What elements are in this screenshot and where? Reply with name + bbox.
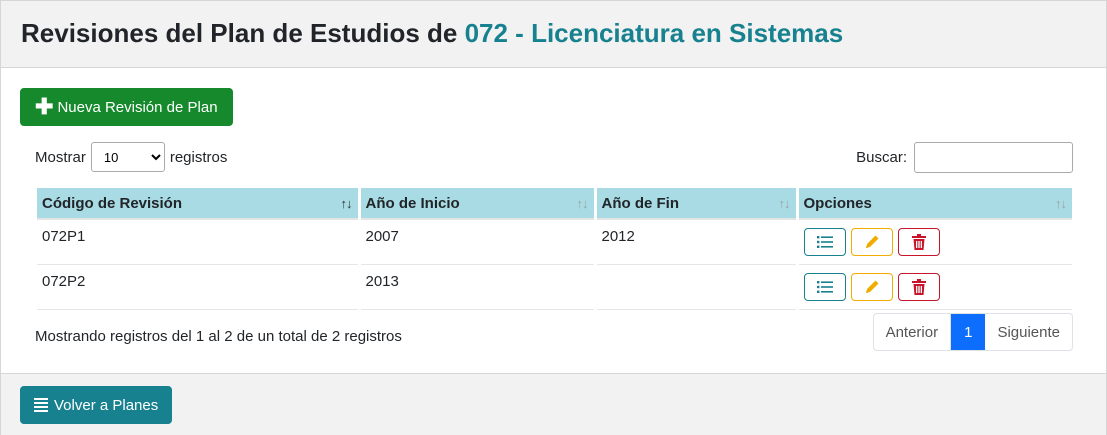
view-details-button[interactable] [803,273,846,301]
column-header-label: Código de Revisión [42,194,183,212]
column-header-label: Opciones [803,194,872,212]
sort-icon: ↑↓ [1055,196,1067,211]
cell-code: 072P1 [37,219,361,265]
page-title: Revisiones del Plan de Estudios de 072 -… [21,16,1086,50]
search-input[interactable] [914,142,1073,173]
card-footer: Volver a Planes [1,373,1106,435]
sort-icon: ↑↓ [778,196,791,211]
edit-button[interactable] [850,273,893,301]
table-row: 072P2 2013 [37,264,1072,310]
revisions-table: Código de Revisión ↑↓ Año de Inicio ↑↓ Año… [37,188,1072,310]
delete-button[interactable] [897,273,940,301]
page-1-button[interactable]: 1 [951,314,986,350]
list-icon [816,281,833,293]
column-header-end-year[interactable]: Año de Fin ↑↓ [595,188,799,220]
cell-options [797,219,1072,265]
trash-icon [911,234,926,250]
search-label: Buscar: [856,149,907,166]
sort-icon: ↑↓ [576,196,589,211]
card-header: Revisiones del Plan de Estudios de 072 -… [1,1,1106,68]
plus-icon: ✚ [35,94,54,119]
table-header-row: Código de Revisión ↑↓ Año de Inicio ↑↓ Año… [37,188,1072,220]
title-prefix: Revisiones del Plan de Estudios de [21,18,465,48]
new-revision-button[interactable]: ✚ Nueva Revisión de Plan [20,88,233,126]
cell-start-year: 2007 [359,219,597,265]
column-header-label: Año de Inicio [365,194,460,212]
list-icon [816,236,833,248]
length-prefix: Mostrar [35,148,86,166]
card: Revisiones del Plan de Estudios de 072 -… [0,0,1107,435]
delete-button[interactable] [897,228,940,256]
trash-icon [911,279,926,295]
pencil-icon [865,280,878,293]
cell-code: 072P2 [37,264,361,310]
edit-button[interactable] [850,228,893,256]
length-control: Mostrar 10 registros [35,142,227,172]
table-row: 072P1 2007 2012 [37,219,1072,265]
list-lines-icon [34,398,48,412]
back-to-plans-button[interactable]: Volver a Planes [20,386,173,424]
plan-name: 072 - Licenciatura en Sistemas [464,18,844,48]
column-header-start-year[interactable]: Año de Inicio ↑↓ [359,188,597,220]
length-select[interactable]: 10 [90,142,165,172]
back-to-plans-label: Volver a Planes [54,396,159,414]
cell-start-year: 2013 [359,264,597,310]
view-details-button[interactable] [803,228,846,256]
length-suffix: registros [169,148,228,166]
pagination: Anterior 1 Siguiente [872,313,1073,351]
card-body: ✚ Nueva Revisión de Plan Mostrar 10 regi… [1,68,1106,373]
cell-options [797,264,1072,310]
search-filter: Buscar: [856,142,1073,173]
column-header-code[interactable]: Código de Revisión ↑↓ [37,188,361,220]
sort-asc-icon: ↑↓ [340,196,353,211]
new-revision-label: Nueva Revisión de Plan [57,98,218,116]
cell-end-year: 2012 [595,219,799,265]
cell-end-year [595,264,799,310]
pencil-icon [865,235,878,248]
next-page-button[interactable]: Siguiente [985,314,1072,350]
previous-page-button[interactable]: Anterior [874,314,952,350]
column-header-options[interactable]: Opciones ↑↓ [797,188,1072,220]
column-header-label: Año de Fin [601,194,680,212]
table-info: Mostrando registros del 1 al 2 de un tot… [35,328,402,345]
